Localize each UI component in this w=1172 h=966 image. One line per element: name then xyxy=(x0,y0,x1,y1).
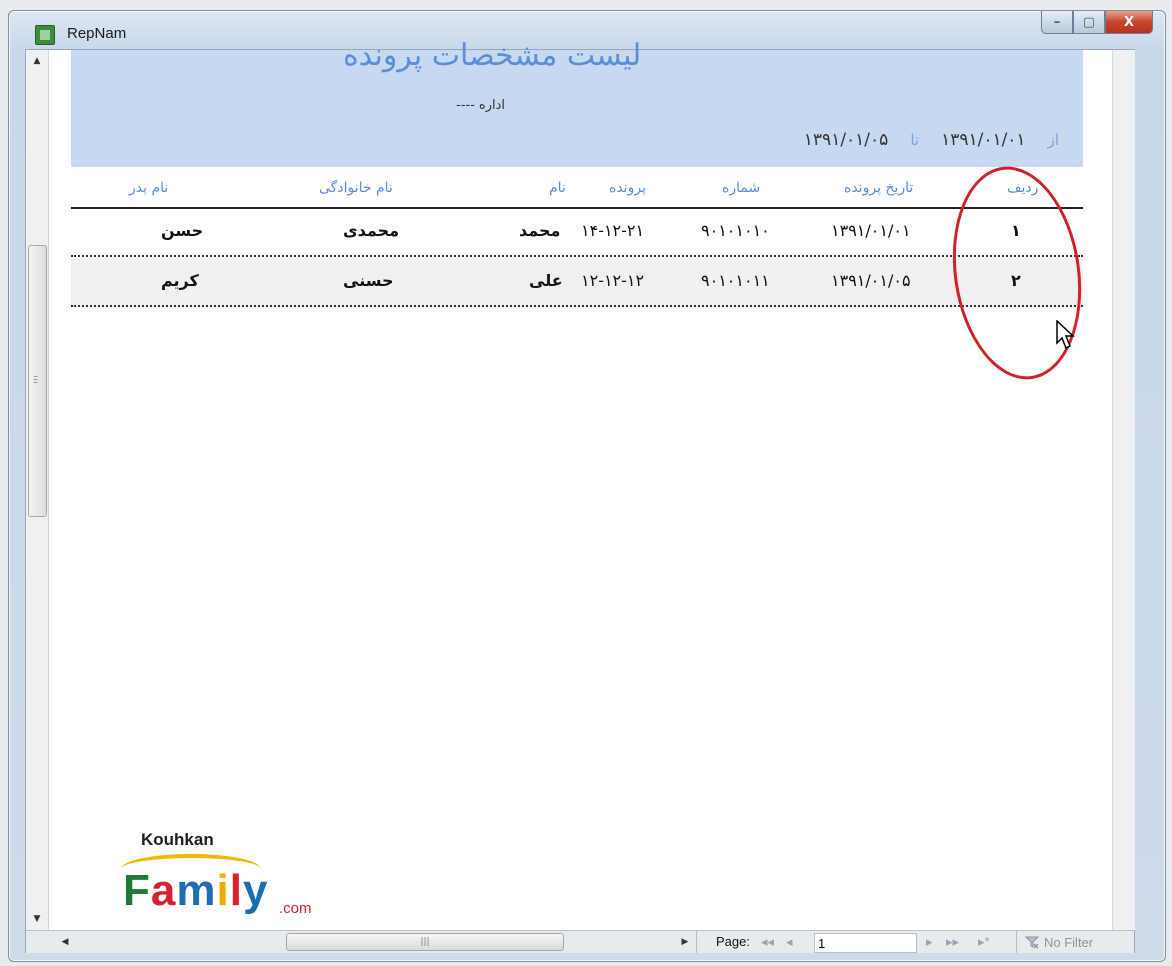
table-row[interactable]: ۱ ۱۳۹۱/۰۱/۰۱ ۹۰۱۰۱۰۱۰ ۱۴-۱۲-۲۱ محمد محمد… xyxy=(71,209,1083,257)
minimize-button[interactable]: – xyxy=(1041,11,1073,34)
date-range: از ۱۳۹۱/۰۱/۰۱ تا ۱۳۹۱/۰۱/۰۵ xyxy=(804,130,1059,150)
watermark-logo: Kouhkan Family .com xyxy=(111,820,312,930)
scroll-up-icon[interactable]: ▲ xyxy=(26,50,48,72)
logo-suffix: .com xyxy=(279,900,312,917)
scroll-down-icon[interactable]: ▼ xyxy=(26,908,48,930)
range-from: ۱۳۹۱/۰۱/۰۱ xyxy=(941,130,1026,150)
no-filter-label: No Filter xyxy=(1044,934,1094,950)
report-page: لیست مشخصات پرونده اداره ---- از ۱۳۹۱/۰۱… xyxy=(49,38,1111,930)
vertical-scroll-thumb[interactable]: – – – xyxy=(28,245,47,517)
vertical-scrollbar[interactable]: ▲ – – – ▼ xyxy=(26,50,49,930)
bar-divider xyxy=(696,931,697,953)
desktop: RepNam – ▢ X ▲ – – – ▼ لیست مشخصات پرونده … xyxy=(0,0,1172,966)
logo-text-top: Kouhkan xyxy=(141,830,214,849)
col-header-name: نام xyxy=(549,180,566,196)
col-header-file: پرونده xyxy=(609,180,646,196)
horizontal-scroll-thumb[interactable]: ||| xyxy=(286,933,564,951)
range-from-label: از xyxy=(1047,131,1059,149)
first-page-icon[interactable]: ◂◂ xyxy=(761,934,774,950)
new-record-icon[interactable]: ▸* xyxy=(978,934,990,950)
no-filter-button[interactable]: No Filter xyxy=(1016,931,1134,953)
cell-number: ۹۰۱۰۱۰۱۱ xyxy=(701,271,770,290)
report-header: لیست مشخصات پرونده اداره ---- از ۱۳۹۱/۰۱… xyxy=(71,38,1083,167)
cell-date: ۱۳۹۱/۰۱/۰۵ xyxy=(831,271,911,290)
col-header-number: شماره xyxy=(722,180,761,196)
logo-family: Family xyxy=(123,866,269,915)
maximize-button[interactable]: ▢ xyxy=(1073,11,1105,34)
access-report-icon xyxy=(35,25,55,45)
scroll-right-icon[interactable]: ▶ xyxy=(674,931,696,953)
scroll-left-icon[interactable]: ◀ xyxy=(54,931,76,953)
bottom-bar: ◀ ||| ▶ Page: ◂◂ ◂ ▸ ▸▸ ▸* No Filter xyxy=(26,930,1134,953)
cell-date: ۱۳۹۱/۰۱/۰۱ xyxy=(831,221,911,240)
page-label: Page: xyxy=(716,934,750,949)
close-button[interactable]: X xyxy=(1105,11,1153,34)
cell-name: علی xyxy=(529,271,563,290)
window-title: RepNam xyxy=(67,25,127,42)
range-to-label: تا xyxy=(910,131,920,149)
prev-page-icon[interactable]: ◂ xyxy=(786,934,793,950)
row-divider xyxy=(71,305,1083,307)
cell-name: محمد xyxy=(519,221,561,240)
range-to: ۱۳۹۱/۰۱/۰۵ xyxy=(803,130,889,150)
row-divider xyxy=(71,255,1083,257)
cell-family: محمدی xyxy=(343,221,400,240)
col-header-family: نام خانوادگی xyxy=(319,180,393,196)
report-client-area: ▲ – – – ▼ لیست مشخصات پرونده اداره ---- از… xyxy=(25,38,1135,953)
grip-icon: – – – xyxy=(33,371,38,388)
page-number-input[interactable] xyxy=(814,933,917,953)
report-office: اداره ---- xyxy=(456,98,505,113)
col-header-date: تاریخ پرونده xyxy=(844,180,914,196)
cell-father: حسن xyxy=(161,221,204,240)
report-title: لیست مشخصات پرونده xyxy=(343,38,642,73)
table-row[interactable]: ۲ ۱۳۹۱/۰۱/۰۵ ۹۰۱۰۱۰۱۱ ۱۲-۱۲-۱۲ علی حسنی … xyxy=(71,259,1083,307)
cell-file: ۱۴-۱۲-۲۱ xyxy=(581,221,645,240)
last-page-icon[interactable]: ▸▸ xyxy=(946,934,959,950)
cell-father: کریم xyxy=(161,271,199,290)
col-header-father: نام پدر xyxy=(129,180,169,196)
cell-family: حسنی xyxy=(343,271,394,290)
window-controls: – ▢ X xyxy=(1041,11,1153,35)
cell-number: ۹۰۱۰۱۰۱۰ xyxy=(701,221,770,240)
report-window: RepNam – ▢ X ▲ – – – ▼ لیست مشخصات پرونده … xyxy=(8,10,1166,962)
next-page-icon[interactable]: ▸ xyxy=(926,934,933,950)
cell-file: ۱۲-۱۲-۱۲ xyxy=(581,271,645,290)
right-scroll-area xyxy=(1112,50,1135,930)
logo-text-main: Family xyxy=(123,866,268,916)
mouse-cursor-icon xyxy=(1056,320,1075,350)
highlight-ellipse xyxy=(939,158,1095,388)
filter-icon xyxy=(1025,936,1039,949)
